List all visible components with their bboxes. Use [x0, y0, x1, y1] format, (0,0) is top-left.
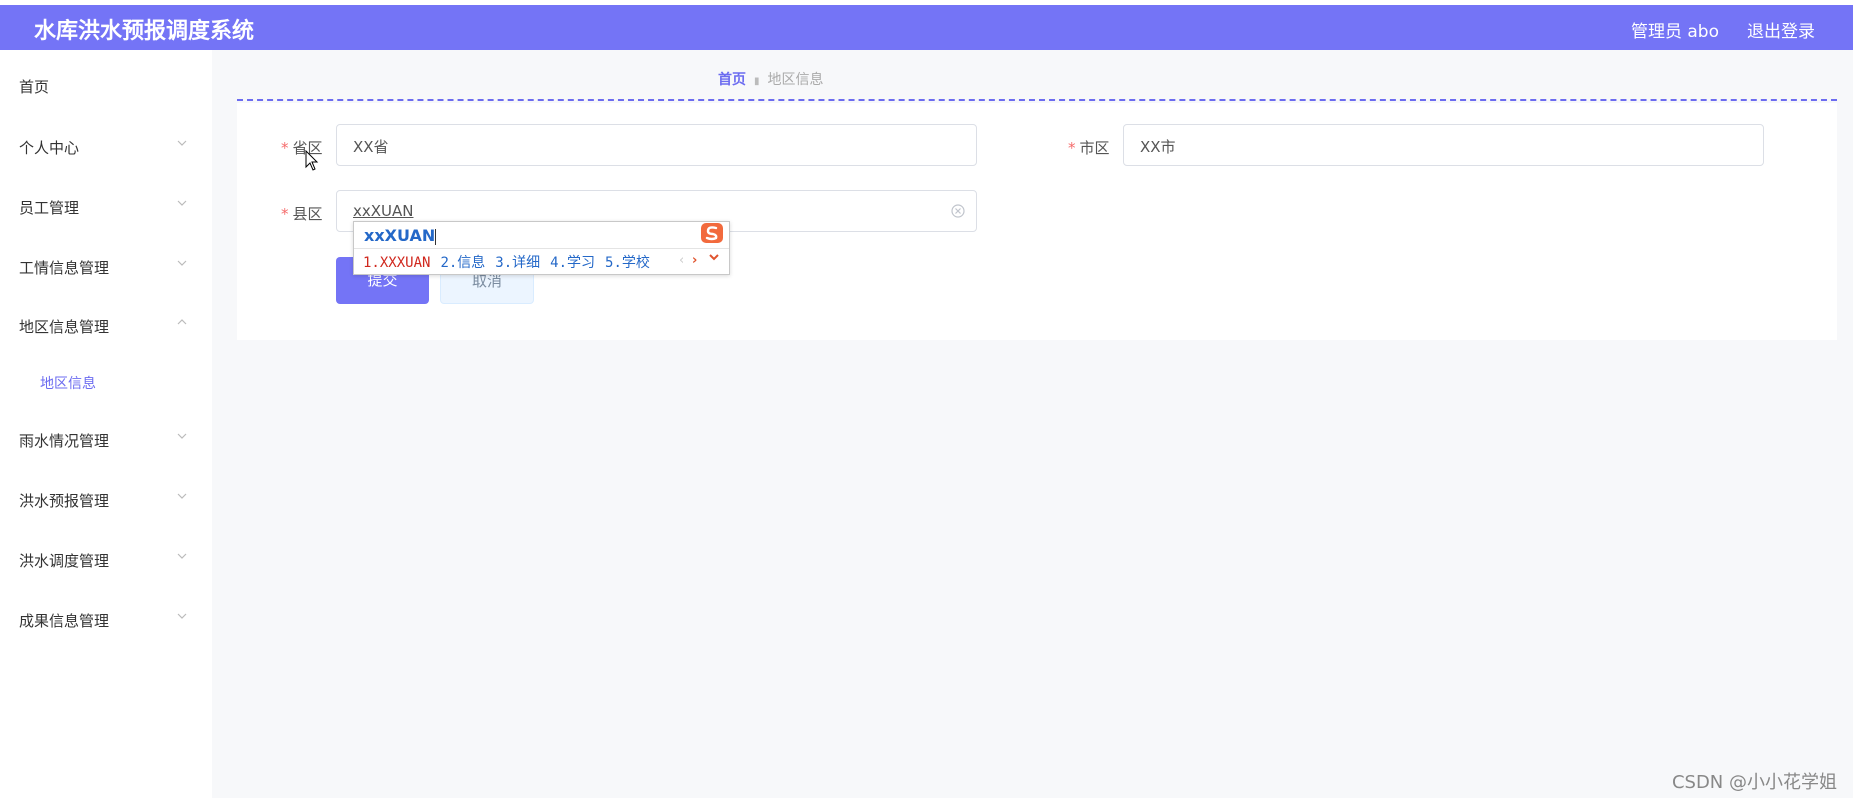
ime-composition-text: xxXUAN [364, 226, 436, 245]
breadcrumb-home[interactable]: 首页 [718, 72, 746, 88]
required-mark: * [281, 205, 289, 223]
breadcrumb: 首页 ▮ 地区信息 [718, 69, 824, 89]
top-bar: 水库洪水预报调度系统 管理员 abo 退出登录 [0, 0, 1853, 50]
ime-candidate[interactable]: 4.学习 [550, 255, 595, 271]
sidebar-item-label: 个人中心 [19, 139, 80, 157]
city-input-value: XX市 [1140, 138, 1176, 156]
sidebar-item-home[interactable]: 首页 [0, 66, 212, 106]
ime-candidate[interactable]: 5.学校 [605, 255, 650, 271]
text-caret [435, 228, 437, 245]
ime-candidate[interactable]: 1.XXXUAN [363, 255, 430, 271]
sidebar-item-region-management[interactable]: 地区信息管理 [0, 306, 212, 346]
county-input-value: xxXUAN [353, 202, 414, 220]
required-mark: * [1068, 139, 1076, 157]
breadcrumb-divider [237, 99, 1837, 101]
sidebar-subitem-region-info[interactable]: 地区信息 [0, 363, 212, 403]
required-mark: * [281, 139, 289, 157]
clear-icon[interactable] [950, 203, 966, 219]
chevron-down-icon [176, 197, 190, 211]
ime-candidate[interactable]: 2.信息 [440, 255, 485, 271]
city-label: * 市区 [1068, 137, 1110, 158]
chevron-down-icon [176, 610, 190, 624]
mouse-pointer-icon [305, 149, 319, 172]
sidebar-item-label: 员工管理 [19, 199, 80, 217]
county-label: * 县区 [281, 203, 323, 224]
ime-divider [354, 248, 729, 249]
province-input[interactable]: XX省 [336, 124, 977, 166]
chevron-down-icon [176, 137, 190, 151]
breadcrumb-current: 地区信息 [767, 72, 824, 88]
sidebar-item-personal-center[interactable]: 个人中心 [0, 127, 212, 167]
watermark: CSDN @小小花学姐 [1671, 772, 1837, 793]
sidebar-item-label: 工情信息管理 [19, 259, 110, 277]
sidebar-item-flood-forecast[interactable]: 洪水预报管理 [0, 480, 212, 520]
chevron-down-icon [176, 430, 190, 444]
ime-expand-icon[interactable] [708, 251, 720, 267]
ime-candidate[interactable]: 3.详细 [495, 255, 540, 271]
sidebar-item-label: 洪水调度管理 [19, 552, 110, 570]
sidebar-item-flood-dispatch[interactable]: 洪水调度管理 [0, 540, 212, 580]
ime-candidates: 1.XXXUAN 2.信息 3.详细 4.学习 5.学校 [363, 252, 660, 272]
ime-candidate-window: xxXUAN 1.XXXUAN 2.信息 3.详细 4.学习 5.学校 ‹ › [353, 221, 730, 275]
ime-prev-page-icon[interactable]: ‹ [679, 253, 684, 268]
sidebar-item-rain[interactable]: 雨水情况管理 [0, 420, 212, 460]
current-user: 管理员 abo [1630, 22, 1719, 42]
chevron-down-icon [176, 257, 190, 271]
sidebar-item-label: 首页 [19, 78, 50, 96]
logout-link[interactable]: 退出登录 [1747, 17, 1815, 42]
sidebar-item-staff[interactable]: 员工管理 [0, 187, 212, 227]
city-label-text: 市区 [1079, 139, 1110, 157]
chevron-up-icon [176, 316, 190, 330]
province-input-value: XX省 [353, 138, 389, 156]
ime-next-page-icon[interactable]: › [692, 253, 697, 268]
sidebar-item-results[interactable]: 成果信息管理 [0, 600, 212, 640]
ime-composition: xxXUAN [364, 226, 437, 245]
sidebar-item-label: 地区信息 [40, 376, 96, 392]
sidebar-item-label: 地区信息管理 [19, 318, 110, 336]
breadcrumb-separator-icon: ▮ [754, 76, 760, 87]
app-title: 水库洪水预报调度系统 [34, 19, 255, 44]
chevron-down-icon [176, 550, 190, 564]
city-input[interactable]: XX市 [1123, 124, 1764, 166]
sidebar: 首页 个人中心 员工管理 工情信息管理 地区信息管理 地区信息 雨水情况管理 洪… [0, 50, 212, 798]
sidebar-item-work-info[interactable]: 工情信息管理 [0, 247, 212, 287]
sogou-logo-icon [698, 219, 726, 247]
sidebar-item-label: 雨水情况管理 [19, 432, 110, 450]
sidebar-item-label: 洪水预报管理 [19, 492, 110, 510]
sidebar-item-label: 成果信息管理 [19, 612, 110, 630]
county-label-text: 县区 [292, 205, 323, 223]
chevron-down-icon [176, 490, 190, 504]
